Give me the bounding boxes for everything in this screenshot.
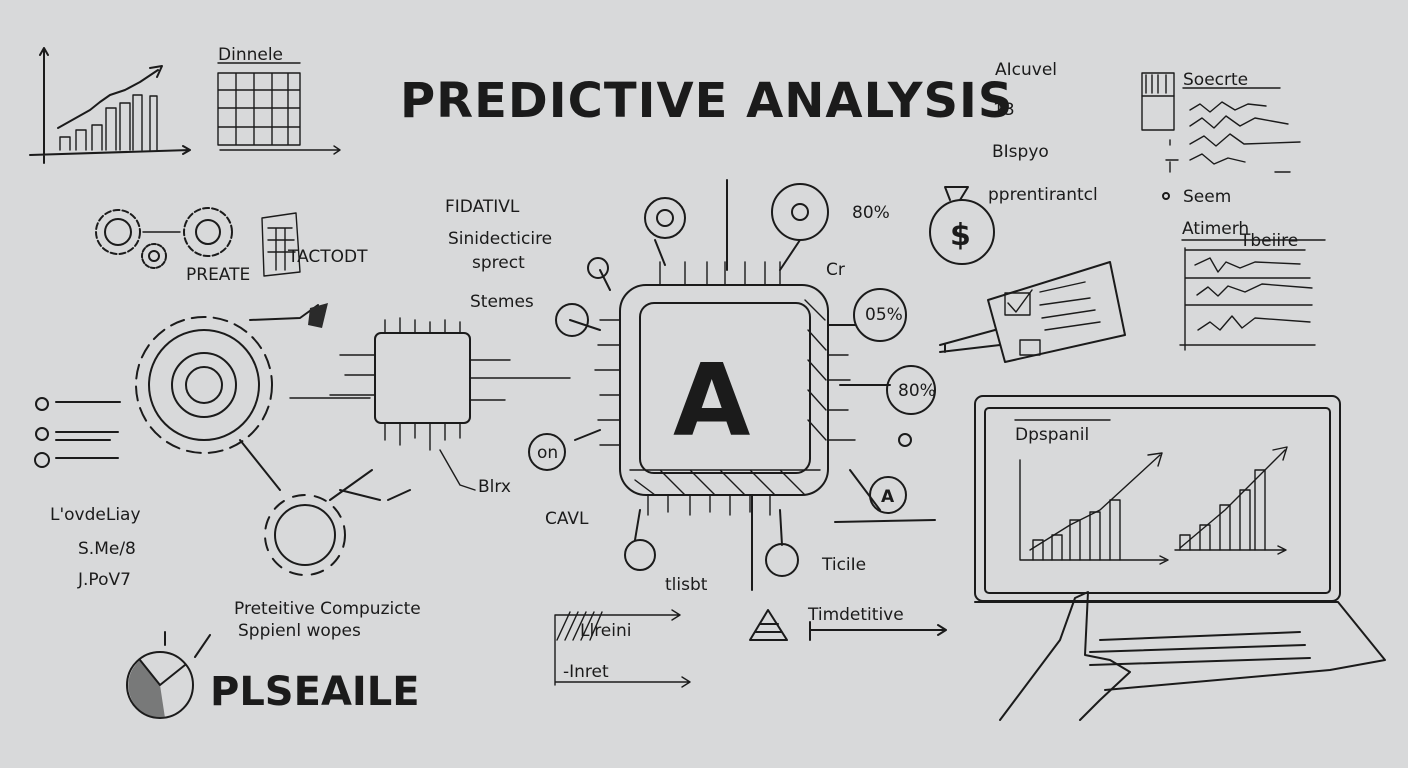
label-sprect: sprect	[472, 253, 525, 273]
label-compuzicte: Preteitive Compuzicte	[234, 599, 421, 619]
label-ticiie: TiciIe	[821, 555, 866, 575]
pie-chart-icon	[126, 631, 211, 719]
label-blrx: Blrx	[478, 477, 511, 497]
svg-text:$: $	[950, 218, 971, 253]
processor-chip: A	[528, 179, 936, 591]
label-cavl: CAVL	[545, 509, 589, 529]
label-jpov7: J.PoV7	[77, 570, 131, 590]
calendar-grid-sketch: Dinnele	[217, 45, 341, 155]
checklist-icon	[34, 397, 121, 468]
label-a-circle: A	[881, 487, 895, 507]
label-sme8: S.Me/8	[78, 539, 136, 559]
label-ovdeliay: L'ovdeLiay	[50, 505, 141, 525]
small-gear-icon	[264, 469, 411, 576]
label-tbeiire: Tbeiire	[1239, 231, 1298, 251]
sketch-canvas: PREDICTIVE ANALYSIS Dinnele PREATE TACTO…	[29, 45, 1386, 721]
label-plseaile: PLSEAILE	[210, 669, 420, 715]
label-stemes: Stemes	[470, 292, 534, 312]
label-prentirantcl: pprentirantcl	[988, 185, 1098, 205]
document-checklist-icon	[939, 261, 1126, 363]
label-fidativl: FIDATIVL	[445, 197, 520, 217]
label-timdetitive: Timdetitive	[807, 605, 904, 625]
label-soecrte: Soecrte	[1183, 70, 1248, 90]
label-13: 13	[993, 100, 1015, 120]
label-sinidecticire: Sinidecticire	[448, 229, 552, 249]
small-chip-icon	[289, 317, 571, 491]
label-aicuvel: AIcuvel	[995, 60, 1057, 80]
label-inret: -Inret	[563, 662, 609, 682]
bar-chart-sketch	[29, 47, 191, 164]
money-bag-icon: $	[929, 186, 995, 265]
label-05-percent: 05%	[865, 305, 903, 325]
gears-icon	[95, 207, 233, 269]
label-seem: Seem	[1183, 187, 1231, 207]
label-llreini: Llreini	[580, 621, 632, 641]
label-preate: PREATE	[186, 265, 250, 285]
label-bispyo: BIspyo	[992, 142, 1049, 162]
label-80-percent: 80%	[898, 381, 936, 401]
label-cr: Cr	[826, 260, 845, 280]
label-dpspanil: Dpspanil	[1015, 425, 1089, 445]
line-chart-table-icon	[1179, 239, 1326, 351]
chip-letter: A	[673, 342, 750, 459]
label-tactodt: TACTODT	[287, 247, 368, 267]
label-dinnele: Dinnele	[218, 45, 283, 65]
label-sppienl: Sppienl wopes	[238, 621, 361, 641]
label-80-percent-top: 80%	[852, 203, 890, 223]
large-gear-icon	[135, 303, 328, 491]
label-on: on	[537, 443, 558, 463]
label-tlisbt: tlisbt	[665, 575, 708, 595]
wave-list-icon	[1141, 72, 1301, 200]
page-title: PREDICTIVE ANALYSIS	[400, 73, 1013, 129]
